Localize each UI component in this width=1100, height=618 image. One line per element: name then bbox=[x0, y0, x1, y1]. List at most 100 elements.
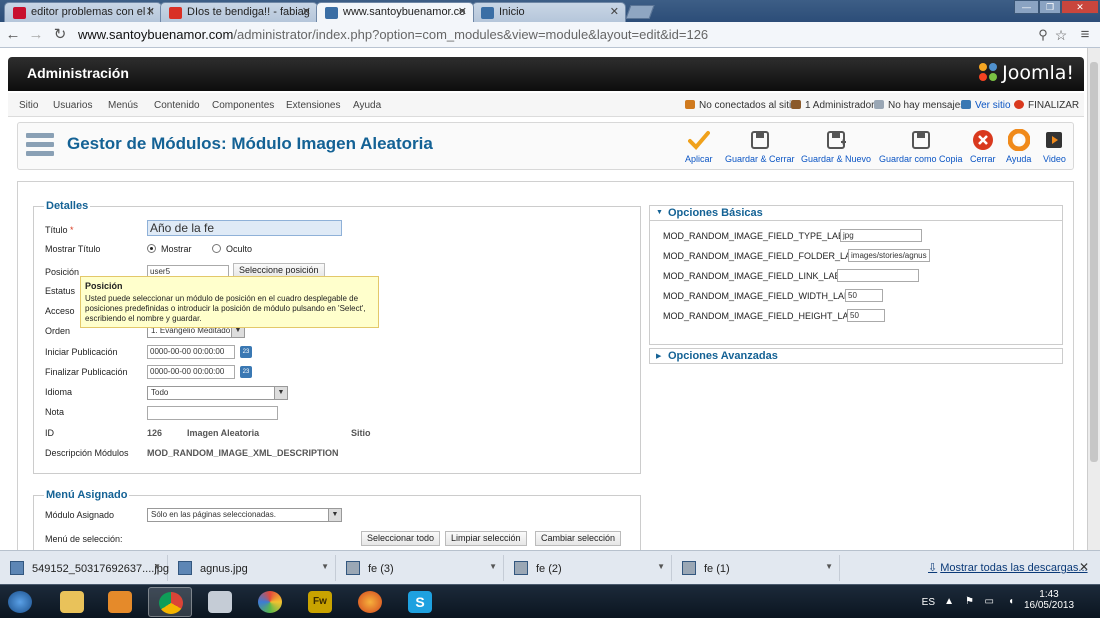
close-tab-icon[interactable]: ✕ bbox=[610, 5, 619, 18]
download-item[interactable]: 549152_50317692637....jpg ▼ bbox=[0, 555, 169, 581]
field-width-label: MOD_RANDOM_IMAGE_FIELD_WIDTH_LABEL bbox=[663, 291, 862, 301]
start-publishing-input[interactable]: 0000-00-00 00:00:00 bbox=[147, 345, 235, 359]
module-assigned-select[interactable]: Sólo en las páginas seleccionadas. ▼ bbox=[147, 508, 342, 522]
status-logout[interactable]: FINALIZAR bbox=[1014, 100, 1079, 111]
toggle-selection-button[interactable]: Cambiar selección bbox=[535, 531, 622, 546]
page-scrollbar[interactable] bbox=[1087, 48, 1100, 550]
menu-menus[interactable]: Menús bbox=[108, 100, 138, 111]
chrome-menu-icon[interactable]: ≡ bbox=[1076, 26, 1094, 44]
status-messages[interactable]: No hay mensajes bbox=[874, 100, 965, 111]
close-tab-icon[interactable]: ✕ bbox=[302, 5, 311, 18]
close-downloads-bar-icon[interactable]: ✕ bbox=[1079, 560, 1089, 574]
taskbar-media-player[interactable] bbox=[98, 587, 142, 617]
address-bar[interactable]: www.santoybuenamor.com/administrator/ind… bbox=[78, 25, 1058, 45]
maximize-window-button[interactable]: ❐ bbox=[1039, 0, 1061, 14]
menu-sitio[interactable]: Sitio bbox=[19, 100, 38, 111]
basic-options-header[interactable]: ▼ Opciones Básicas bbox=[649, 205, 1063, 221]
advanced-options-header[interactable]: ▶ Opciones Avanzadas bbox=[649, 348, 1063, 364]
language-indicator[interactable]: ES bbox=[922, 597, 935, 608]
apply-button[interactable]: Aplicar bbox=[685, 129, 713, 164]
download-item[interactable]: fe (2) ▼ bbox=[504, 555, 672, 581]
browser-tab-4[interactable]: Inicio ✕ bbox=[472, 2, 626, 22]
flag-icon[interactable]: ⚑ bbox=[965, 596, 974, 607]
browser-tab-3[interactable]: www.santoybuenamor.co ✕ bbox=[316, 2, 474, 22]
forward-button[interactable]: → bbox=[27, 26, 45, 44]
download-item[interactable]: agnus.jpg ▼ bbox=[168, 555, 336, 581]
menu-contenido[interactable]: Contenido bbox=[154, 100, 200, 111]
view-site-link[interactable]: Ver sitio bbox=[975, 100, 1011, 111]
close-button[interactable]: Cerrar bbox=[970, 129, 996, 164]
field-folder-label: MOD_RANDOM_IMAGE_FIELD_FOLDER_LABEL bbox=[663, 251, 869, 261]
taskbar-skype[interactable]: S bbox=[398, 587, 442, 617]
back-button[interactable]: ← bbox=[4, 26, 22, 44]
browser-tab-1[interactable]: editor problemas con el h ✕ bbox=[4, 2, 162, 22]
field-link-input[interactable] bbox=[837, 269, 919, 282]
close-window-button[interactable]: ✕ bbox=[1061, 0, 1099, 14]
start-button[interactable] bbox=[0, 587, 40, 617]
status-messages-text: No hay mensajes bbox=[888, 100, 966, 111]
volume-icon[interactable]: ◖ bbox=[1008, 596, 1014, 607]
taskbar-app-5[interactable] bbox=[248, 587, 292, 617]
clock[interactable]: 1:43 16/05/2013 bbox=[1020, 589, 1078, 611]
save-copy-button[interactable]: Guardar como Copia bbox=[879, 129, 963, 164]
chevron-down-icon[interactable]: ▼ bbox=[489, 562, 497, 571]
taskbar-app-4[interactable] bbox=[198, 587, 242, 617]
calendar-icon[interactable]: 23 bbox=[240, 346, 252, 358]
download-item[interactable]: fe (3) ▼ bbox=[336, 555, 504, 581]
menu-componentes[interactable]: Componentes bbox=[212, 100, 274, 111]
select-all-button[interactable]: Seleccionar todo bbox=[361, 531, 441, 546]
position-label: Posición bbox=[45, 267, 80, 277]
video-label: Video bbox=[1043, 154, 1066, 164]
field-width-input[interactable]: 50 bbox=[845, 289, 883, 302]
taskbar-explorer[interactable] bbox=[50, 587, 94, 617]
network-icon[interactable]: ▭ bbox=[985, 596, 994, 607]
show-all-downloads-link[interactable]: ⇩ Mostrar todas las descargas... bbox=[928, 561, 1088, 574]
finish-publishing-input[interactable]: 0000-00-00 00:00:00 bbox=[147, 365, 235, 379]
menu-ayuda[interactable]: Ayuda bbox=[353, 100, 381, 111]
save-new-button[interactable]: Guardar & Nuevo bbox=[801, 129, 871, 164]
joomla-logo-icon bbox=[979, 63, 998, 81]
close-tab-icon[interactable]: ✕ bbox=[458, 5, 467, 18]
taskbar-chrome[interactable] bbox=[148, 587, 192, 617]
reload-button[interactable]: ↻ bbox=[51, 26, 69, 44]
taskbar-fireworks[interactable]: Fw bbox=[298, 587, 342, 617]
field-height-label: MOD_RANDOM_IMAGE_FIELD_HEIGHT_LABEL bbox=[663, 311, 866, 321]
close-tab-icon[interactable]: ✕ bbox=[146, 5, 155, 18]
search-icon[interactable]: ⚲ bbox=[1034, 26, 1052, 44]
status-label: Estatus bbox=[45, 286, 76, 296]
language-label: Idioma bbox=[45, 387, 73, 397]
scrollbar-thumb[interactable] bbox=[1090, 62, 1098, 462]
help-label: Ayuda bbox=[1006, 154, 1032, 164]
browser-tab-2[interactable]: DIos te bendiga!! - fabiag ✕ bbox=[160, 2, 318, 22]
show-title-radio-hide[interactable] bbox=[212, 244, 221, 253]
chevron-down-icon[interactable]: ▼ bbox=[321, 562, 329, 571]
network-icon bbox=[208, 591, 232, 613]
save-close-button[interactable]: Guardar & Cerrar bbox=[725, 129, 795, 164]
note-input[interactable] bbox=[147, 406, 278, 420]
video-button[interactable]: Video bbox=[1043, 129, 1066, 164]
chevron-down-icon[interactable]: ▼ bbox=[825, 562, 833, 571]
field-folder-input[interactable]: images/stories/agnus bbox=[848, 249, 930, 262]
language-select[interactable]: Todo ▼ bbox=[147, 386, 288, 400]
tab-title: Inicio bbox=[499, 6, 525, 18]
logout-link[interactable]: FINALIZAR bbox=[1028, 100, 1079, 111]
note-label: Nota bbox=[45, 407, 65, 417]
field-type-input[interactable]: jpg bbox=[840, 229, 922, 242]
title-input[interactable]: Año de la fe bbox=[147, 220, 342, 236]
clear-selection-button[interactable]: Limpiar selección bbox=[445, 531, 527, 546]
calendar-icon[interactable]: 23 bbox=[240, 366, 252, 378]
chevron-down-icon[interactable]: ▼ bbox=[657, 562, 665, 571]
show-hidden-icons-icon[interactable]: ▲ bbox=[944, 596, 954, 607]
status-view-site[interactable]: Ver sitio bbox=[961, 100, 1011, 111]
menu-extensiones[interactable]: Extensiones bbox=[286, 100, 340, 111]
show-title-radio-show[interactable] bbox=[147, 244, 156, 253]
minimize-window-button[interactable]: — bbox=[1014, 0, 1039, 14]
new-tab-button[interactable] bbox=[625, 5, 655, 19]
download-item[interactable]: fe (1) ▼ bbox=[672, 555, 840, 581]
bookmark-star-icon[interactable]: ☆ bbox=[1052, 26, 1070, 44]
taskbar-firefox[interactable] bbox=[348, 587, 392, 617]
menu-usuarios[interactable]: Usuarios bbox=[53, 100, 92, 111]
field-height-input[interactable]: 50 bbox=[847, 309, 885, 322]
chevron-down-icon[interactable]: ▼ bbox=[153, 562, 161, 571]
help-button[interactable]: Ayuda bbox=[1006, 129, 1031, 164]
